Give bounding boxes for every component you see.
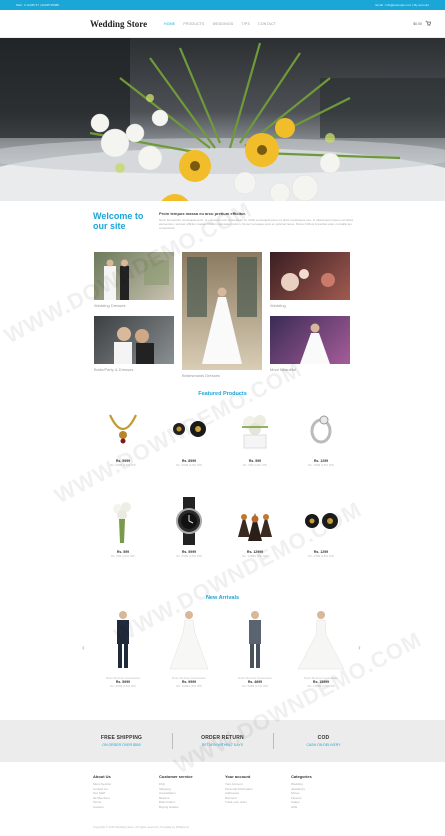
gallery-tile-more-beautiful[interactable] (270, 316, 350, 364)
product-card[interactable]: Rs. 1299 Rs. 1599 (18% Off) (296, 409, 346, 467)
service-subtitle: ON ORDER OVER $500 (102, 743, 141, 747)
bride-gown-image (169, 611, 209, 670)
service-order-return: ORDER RETURN RETURN WITHIN 7 DAYS (173, 735, 273, 747)
category-gallery: Wedding Dresses Bridesmaids Dresses Wedd… (0, 247, 445, 383)
kissing-couple-image (114, 327, 154, 364)
footer-link[interactable]: Gifts (291, 805, 357, 810)
welcome-body: Nunc fermentum consequat enim, ut euismo… (159, 218, 354, 230)
arrival-old-price: Rs. 6999 (16% Off) (110, 684, 136, 688)
product-card[interactable]: Rs. 599 Rs. 699 (14% Off) (98, 497, 148, 558)
earrings-image (173, 421, 206, 437)
gallery-caption: Bridesmaids Dresses (182, 373, 220, 378)
top-bar-contact: Mail : 0 12345 67 | 02345 56989 (16, 3, 59, 7)
jewelry-set-image (238, 513, 272, 541)
arrival-card[interactable]: Dolor Sit Amet Consectetur Rs. 9999 Rs. … (164, 609, 214, 688)
footer-link[interactable]: Track your order (225, 800, 291, 805)
new-arrivals: ‹ › Dolor Sit Amet Consectetur Rs. 5999 … (0, 601, 445, 701)
footer-column-title: About Us (93, 774, 111, 779)
arrival-card[interactable]: Dolor Sit Amet Consectetur Rs. 5999 Rs. … (98, 609, 148, 688)
gallery-tile-wedding-dresses[interactable] (94, 252, 174, 300)
copyright: Copyright © 2016 Wedding Store. All righ… (93, 825, 189, 829)
groom-image (117, 611, 129, 668)
service-subtitle: CASH ON DELIVERY (306, 743, 341, 747)
service-title: COD (317, 735, 330, 741)
cart-total: $0.00 (413, 21, 422, 26)
welcome-subtitle: Proin tempus massa eu arcu pretium effic… (159, 211, 246, 216)
service-title: ORDER RETURN (201, 735, 244, 741)
welcome-title: Welcome to our site (93, 211, 144, 231)
footer-column-title: Categories (291, 774, 312, 779)
footer-link[interactable]: Careers (93, 805, 159, 810)
bouquet-image (242, 415, 268, 449)
product-old-price: Rs. 1599 (18% Off) (308, 554, 334, 558)
footer-column-title: Your account (225, 774, 251, 779)
site-footer: About Us Mens Section Contact Us Our Sta… (0, 762, 445, 836)
gallery-caption: Bride/Party & Dresses (94, 367, 134, 372)
welcome-section: Welcome to our site Proin tempus massa e… (0, 201, 445, 247)
nav-products[interactable]: PRODUCTS (183, 22, 204, 26)
flowers-image (281, 269, 335, 291)
gallery-caption: Wedding (270, 303, 286, 308)
top-bar-email[interactable]: Email : info@example.com | My account (375, 3, 429, 7)
nav-weddings[interactable]: WEDDINGS (213, 22, 234, 26)
carousel-prev-button[interactable]: ‹ (82, 643, 85, 652)
product-card[interactable]: Rs. 5999 Rs. 6999 (16% Off) (98, 409, 148, 467)
necklace-image (109, 414, 137, 444)
arrival-old-price: Rs. 10999 (9% Off) (176, 684, 202, 688)
ring-image (310, 415, 332, 444)
site-logo[interactable]: Wedding Store (90, 19, 160, 29)
gallery-tile-wedding[interactable] (270, 252, 350, 300)
top-bar: Mail : 0 12345 67 | 02345 56989 Email : … (0, 0, 445, 10)
bride-garden-image (300, 323, 330, 364)
cart-icon[interactable] (425, 20, 432, 27)
footer-column-account: Your account Your Account Personal Infor… (225, 774, 291, 836)
arrival-card[interactable]: Dolor Sit Amet Consectetur Rs. 4699 Rs. … (230, 609, 280, 688)
couple-image (104, 259, 169, 300)
service-cod: COD CASH ON DELIVERY (274, 735, 374, 747)
product-old-price: Rs. 699 (14% Off) (243, 463, 267, 467)
product-old-price: Rs. 699 (14% Off) (111, 554, 135, 558)
service-subtitle: RETURN WITHIN 7 DAYS (201, 743, 244, 747)
arrival-old-price: Rs. 17999 (11% Off) (307, 684, 335, 688)
earrings-image (305, 513, 338, 529)
footer-column-title: Customer service (159, 774, 193, 779)
product-card[interactable]: Rs. 12999 Rs. 13999 (7% Off) (230, 497, 280, 558)
carousel-next-button[interactable]: › (358, 643, 361, 652)
service-free-shipping: FREE SHIPPING ON ORDER OVER $500 (72, 735, 172, 747)
service-bar: FREE SHIPPING ON ORDER OVER $500 ORDER R… (0, 720, 445, 762)
gallery-caption: More Beautiful (270, 367, 296, 372)
footer-link[interactable]: Buying Guides (159, 805, 225, 810)
product-old-price: Rs. 9999 (10% Off) (176, 463, 202, 467)
cart-summary[interactable]: $0.00 (413, 20, 432, 27)
hero-bouquet-image (0, 38, 445, 201)
product-old-price: Rs. 6999 (16% Off) (176, 554, 202, 558)
product-card[interactable]: Rs. 599 Rs. 699 (14% Off) (230, 409, 280, 467)
service-title: FREE SHIPPING (100, 735, 143, 741)
arrival-old-price: Rs. 5699 (17% Off) (242, 684, 268, 688)
product-old-price: Rs. 1599 (18% Off) (308, 463, 334, 467)
footer-column-categories: Categories Wedding Jewellerys Shoes Flow… (291, 774, 357, 836)
gallery-tile-bride-party[interactable] (94, 316, 174, 364)
bride-ballgown-image (297, 611, 345, 670)
watch-image (176, 497, 202, 545)
product-old-price: Rs. 13999 (7% Off) (242, 554, 268, 558)
gallery-tile-bridesmaids[interactable] (182, 252, 262, 370)
product-card[interactable]: Rs. 1299 Rs. 1599 (18% Off) (296, 497, 346, 558)
product-card[interactable]: Rs. 8999 Rs. 9999 (10% Off) (164, 409, 214, 467)
featured-products: Rs. 5999 Rs. 6999 (16% Off) Rs. 8999 Rs.… (0, 397, 445, 587)
nav-tips[interactable]: TIPS (241, 22, 250, 26)
product-old-price: Rs. 6999 (16% Off) (110, 463, 136, 467)
hero-banner (0, 38, 445, 201)
groom-vest-image (249, 611, 261, 668)
site-header: Wedding Store HOME PRODUCTS WEDDINGS TIP… (0, 10, 445, 38)
bridal-bouquet-image (113, 502, 131, 543)
bride-image (187, 257, 257, 364)
product-card[interactable]: Rs. 5999 Rs. 6999 (16% Off) (164, 497, 214, 558)
main-nav: HOME PRODUCTS WEDDINGS TIPS CONTACT (164, 22, 413, 26)
gallery-caption: Wedding Dresses (94, 303, 126, 308)
nav-contact[interactable]: CONTACT (258, 22, 276, 26)
arrival-card[interactable]: Dolor Sit Amet Consectetur Rs. 15999 Rs.… (296, 609, 346, 688)
nav-home[interactable]: HOME (164, 22, 175, 26)
